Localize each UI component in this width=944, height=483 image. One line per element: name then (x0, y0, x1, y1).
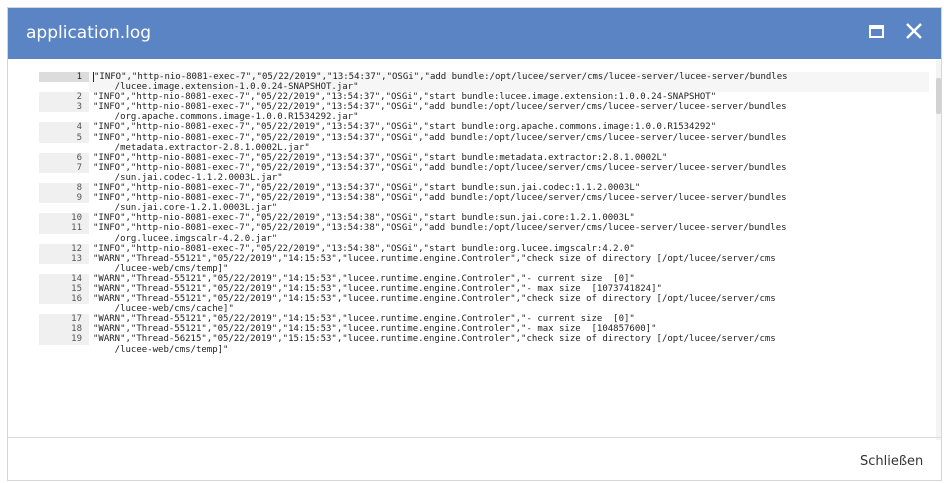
vertical-scrollbar[interactable] (936, 60, 941, 440)
line-number: 6 (39, 152, 89, 163)
log-dialog: application.log 1 "INFO","http-nio-8081-e… (7, 7, 942, 481)
log-line-text: "INFO","http-nio-8081-exec-7","05/22/201… (93, 152, 668, 163)
log-line-text: "WARN","Thread-55121","05/22/2019","14:1… (93, 314, 635, 325)
log-line: 18 "WARN","Thread-55121","05/22/2019","14… (39, 324, 929, 335)
line-number: 18 (39, 324, 89, 335)
line-number: 1 (39, 72, 89, 83)
log-line: 13 "WARN","Thread-55121","05/22/2019","14… (39, 253, 929, 274)
log-line: 9 "INFO","http-nio-8081-exec-7","05/22/20… (39, 193, 929, 213)
log-line-text: "INFO","http-nio-8081-exec-7","05/22/201… (89, 72, 929, 93)
footer-divider (8, 437, 941, 438)
log-line: 15 "WARN","Thread-55121","05/22/2019","14… (39, 283, 929, 295)
line-number: 11 (39, 223, 89, 234)
log-line-text: "INFO","http-nio-8081-exec-7","05/22/201… (93, 193, 787, 214)
maximize-icon[interactable] (869, 25, 884, 38)
scrollbar-thumb[interactable] (936, 78, 941, 114)
line-number: 2 (39, 92, 89, 103)
log-line: 10 "INFO","http-nio-8081-exec-7","05/22/2… (39, 213, 929, 224)
log-line-text: "WARN","Thread-55121","05/22/2019","14:1… (93, 283, 662, 294)
line-number: 14 (39, 273, 89, 284)
log-line-text: "WARN","Thread-55121","05/22/2019","14:1… (93, 324, 657, 335)
log-line: 17 "WARN","Thread-55121","05/22/2019","14… (39, 314, 929, 325)
line-number: 5 (39, 132, 89, 143)
log-line: 5 "INFO","http-nio-8081-exec-7","05/22/20… (39, 132, 929, 153)
log-line: 19 "WARN","Thread-56215","05/22/2019","15… (39, 334, 929, 355)
log-line: 11 "INFO","http-nio-8081-exec-7","05/22/2… (39, 223, 929, 244)
log-line-text: "INFO","http-nio-8081-exec-7","05/22/201… (93, 132, 787, 153)
log-line: 4 "INFO","http-nio-8081-exec-7","05/22/20… (39, 122, 929, 133)
log-line-text: "INFO","http-nio-8081-exec-7","05/22/201… (93, 122, 717, 133)
log-line-text: "INFO","http-nio-8081-exec-7","05/22/201… (93, 102, 787, 123)
log-line-text: "INFO","http-nio-8081-exec-7","05/22/201… (93, 92, 717, 103)
log-viewer[interactable]: 1 "INFO","http-nio-8081-exec-7","05/22/20… (39, 72, 929, 436)
log-line: 12 "INFO","http-nio-8081-exec-7","05/22/2… (39, 243, 929, 254)
log-line: 2 "INFO","http-nio-8081-exec-7","05/22/20… (39, 92, 929, 103)
line-number: 19 (39, 334, 89, 345)
line-number: 8 (39, 183, 89, 194)
line-number: 3 (39, 102, 89, 113)
close-button[interactable]: Schließen (860, 454, 923, 469)
close-icon[interactable] (904, 21, 924, 41)
line-number: 12 (39, 243, 89, 254)
log-line-text: "WARN","Thread-55121","05/22/2019","14:1… (93, 253, 776, 274)
line-number: 16 (39, 294, 89, 305)
log-line: 14 "WARN","Thread-55121","05/22/2019","14… (39, 273, 929, 284)
log-line-text: "INFO","http-nio-8081-exec-7","05/22/201… (93, 223, 787, 244)
line-number: 15 (39, 283, 89, 295)
log-line-text: "WARN","Thread-55121","05/22/2019","14:1… (93, 294, 776, 315)
line-number: 4 (39, 122, 89, 133)
log-line: 16 "WARN","Thread-55121","05/22/2019","14… (39, 294, 929, 314)
line-number: 13 (39, 253, 89, 264)
log-line-text: "INFO","http-nio-8081-exec-7","05/22/201… (93, 213, 635, 224)
line-number: 17 (39, 314, 89, 325)
log-line: 7 "INFO","http-nio-8081-exec-7","05/22/20… (39, 162, 929, 183)
log-line: 1 "INFO","http-nio-8081-exec-7","05/22/20… (39, 72, 929, 93)
line-number: 10 (39, 213, 89, 224)
dialog-title: application.log (26, 23, 152, 43)
line-number: 7 (39, 162, 89, 173)
log-line-text: "WARN","Thread-56215","05/22/2019","15:1… (93, 334, 776, 355)
log-line-text: "INFO","http-nio-8081-exec-7","05/22/201… (93, 183, 641, 194)
log-line: 8 "INFO","http-nio-8081-exec-7","05/22/20… (39, 183, 929, 194)
log-line-text: "INFO","http-nio-8081-exec-7","05/22/201… (93, 243, 635, 254)
line-number: 9 (39, 193, 89, 204)
log-line: 6 "INFO","http-nio-8081-exec-7","05/22/20… (39, 152, 929, 163)
log-line-text: "WARN","Thread-55121","05/22/2019","14:1… (93, 273, 635, 284)
dialog-titlebar: application.log (8, 8, 941, 59)
log-line: 3 "INFO","http-nio-8081-exec-7","05/22/20… (39, 102, 929, 122)
log-line-text: "INFO","http-nio-8081-exec-7","05/22/201… (93, 162, 787, 183)
